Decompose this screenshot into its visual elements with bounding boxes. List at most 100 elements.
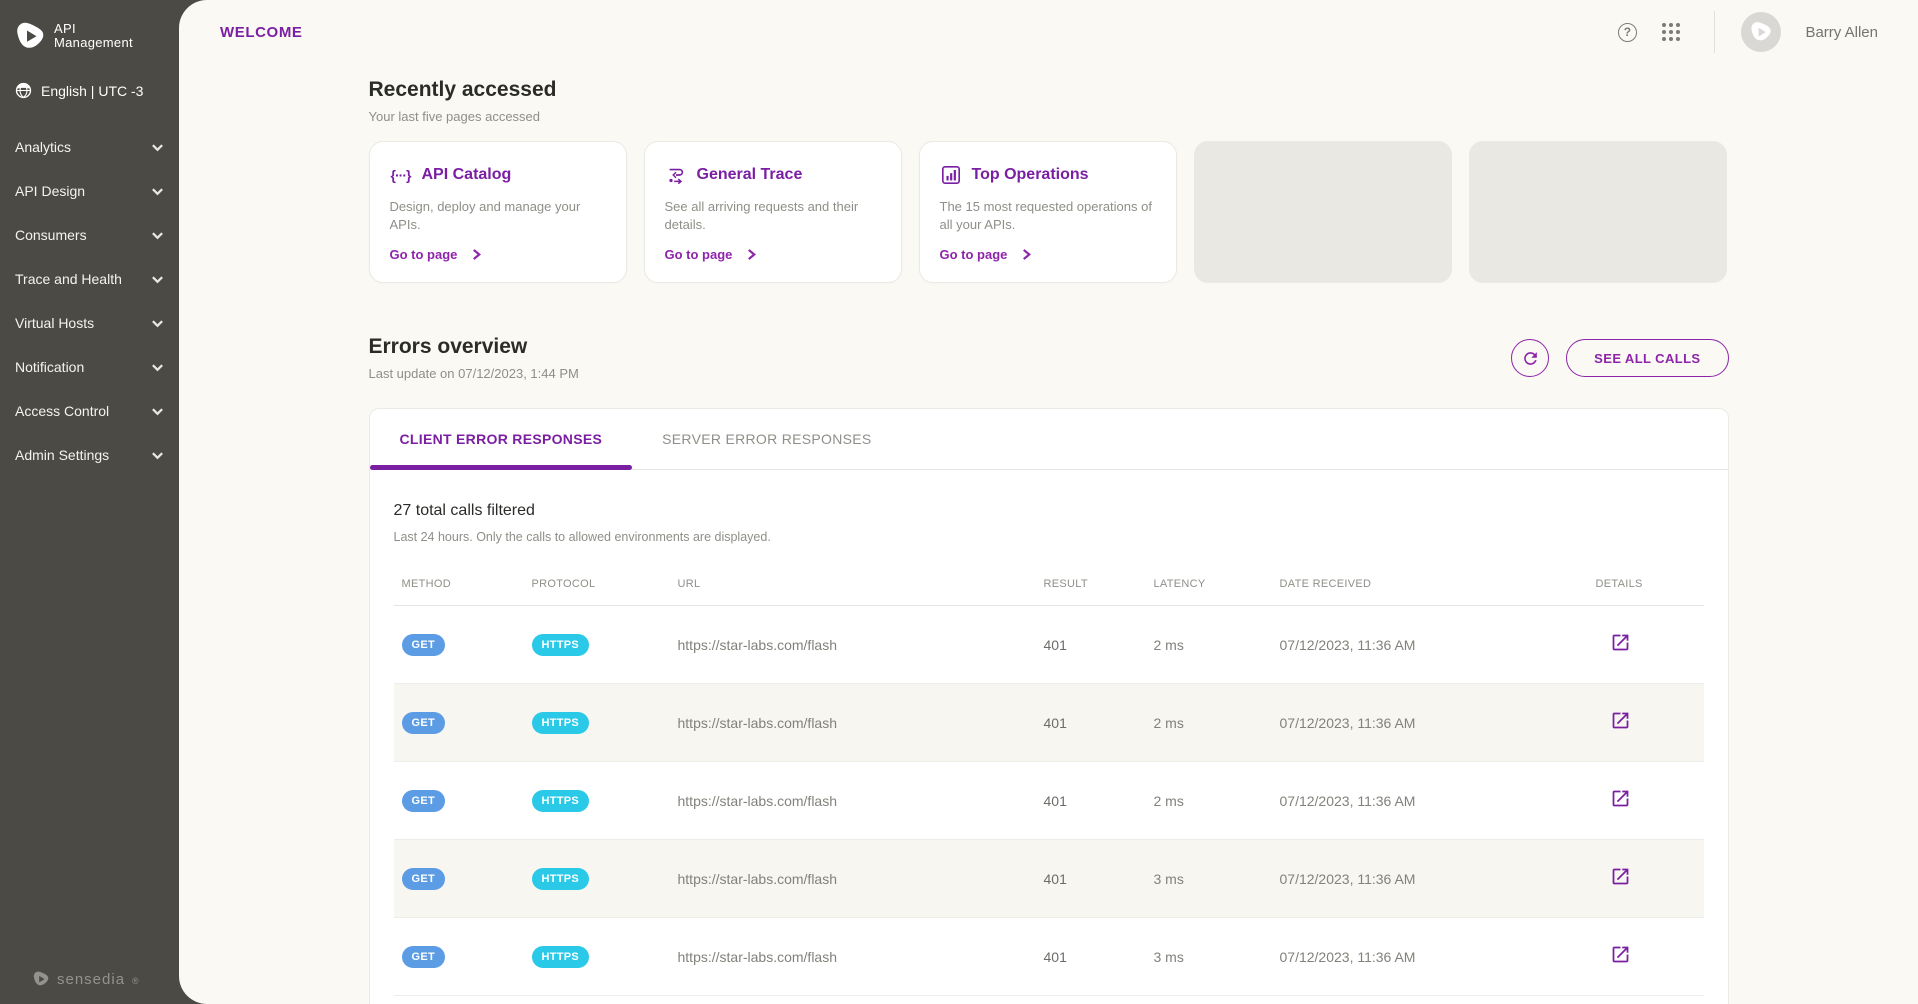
sidebar-item-notification[interactable]: Notification (0, 345, 179, 389)
calls-filtered-count: 27 total calls filtered (394, 502, 1704, 520)
topbar-divider (1714, 11, 1715, 53)
open-details-button[interactable] (1596, 632, 1704, 658)
protocol-badge: HTTPS (532, 634, 590, 656)
topbar: WELCOME ? Barry Allen (179, 0, 1918, 64)
method-badge: GET (402, 634, 446, 656)
col-details: DETAILS (1596, 578, 1704, 590)
col-result: RESULT (1044, 578, 1154, 590)
code-braces-icon: {···} (390, 164, 412, 186)
sidebar-item-virtual-hosts[interactable]: Virtual Hosts (0, 301, 179, 345)
avatar-pick-icon (1749, 20, 1773, 44)
sidebar-item-analytics[interactable]: Analytics (0, 125, 179, 169)
date-received-cell: 07/12/2023, 11:36 AM (1280, 871, 1596, 887)
method-badge: GET (402, 712, 446, 734)
table-row: GET HTTPS https://star-labs.com/flash 40… (394, 684, 1704, 762)
sidebar-item-api-design[interactable]: API Design (0, 169, 179, 213)
page-title: WELCOME (220, 24, 303, 41)
method-badge: GET (402, 868, 446, 890)
recently-accessed-cards: {···} API Catalog Design, deploy and man… (369, 141, 1729, 283)
go-to-page-link[interactable]: Go to page (665, 247, 881, 262)
table-row: GET HTTPS https://star-labs.com/flash 40… (394, 762, 1704, 840)
table-row: GET HTTPS https://star-labs.com/flash 40… (394, 840, 1704, 918)
col-url: URL (678, 578, 1044, 590)
method-badge: GET (402, 946, 446, 968)
card-title: General Trace (697, 166, 803, 184)
chevron-down-icon (151, 317, 164, 330)
error-tabs: CLIENT ERROR RESPONSES SERVER ERROR RESP… (370, 409, 1728, 470)
app-root: API Management English | UTC -3 Analytic… (0, 0, 1918, 1004)
card-description: Design, deploy and manage your APIs. (390, 198, 606, 234)
result-cell: 401 (1044, 793, 1154, 809)
url-cell: https://star-labs.com/flash (678, 871, 1044, 887)
chevron-down-icon (151, 229, 164, 242)
refresh-button[interactable] (1511, 339, 1549, 377)
locale-selector[interactable]: English | UTC -3 (0, 82, 179, 99)
registered-mark: ® (132, 976, 139, 986)
result-cell: 401 (1044, 871, 1154, 887)
sensedia-pick-icon (32, 970, 50, 988)
open-in-new-icon (1610, 632, 1631, 653)
card-title: Top Operations (972, 166, 1089, 184)
sidebar-item-label: Notification (15, 359, 84, 375)
calls-table: METHOD PROTOCOL URL RESULT LATENCY DATE … (394, 562, 1704, 996)
protocol-badge: HTTPS (532, 790, 590, 812)
chevron-down-icon (151, 405, 164, 418)
chevron-down-icon (151, 141, 164, 154)
see-all-calls-button[interactable]: SEE ALL CALLS (1566, 339, 1728, 377)
content: Recently accessed Your last five pages a… (369, 78, 1729, 1004)
sidebar-item-admin-settings[interactable]: Admin Settings (0, 433, 179, 477)
open-in-new-icon (1610, 866, 1631, 887)
method-badge: GET (402, 790, 446, 812)
help-icon: ? (1618, 23, 1637, 42)
globe-icon (15, 82, 32, 99)
date-received-cell: 07/12/2023, 11:36 AM (1280, 637, 1596, 653)
go-to-page-link[interactable]: Go to page (390, 247, 606, 262)
open-details-button[interactable] (1596, 944, 1704, 970)
trace-route-icon (665, 164, 687, 186)
sidebar-item-label: Virtual Hosts (15, 315, 94, 331)
tab-client-error-responses[interactable]: CLIENT ERROR RESPONSES (370, 409, 633, 469)
table-row: GET HTTPS https://star-labs.com/flash 40… (394, 606, 1704, 684)
recently-accessed-subtitle: Your last five pages accessed (369, 109, 1729, 124)
col-protocol: PROTOCOL (532, 578, 678, 590)
col-latency: LATENCY (1154, 578, 1280, 590)
user-name[interactable]: Barry Allen (1805, 24, 1878, 41)
table-row: GET HTTPS https://star-labs.com/flash 40… (394, 918, 1704, 996)
sensedia-wordmark: sensedia (57, 971, 125, 988)
sidebar-item-label: Trace and Health (15, 271, 122, 287)
sidebar-item-label: API Design (15, 183, 85, 199)
brand-pick-icon (14, 20, 46, 52)
card-top-operations[interactable]: Top Operations The 15 most requested ope… (919, 141, 1177, 283)
sidebar-nav: Analytics API Design Consumers Trace and… (0, 125, 179, 477)
chevron-down-icon (151, 449, 164, 462)
latency-cell: 2 ms (1154, 715, 1280, 731)
card-api-catalog[interactable]: {···} API Catalog Design, deploy and man… (369, 141, 627, 283)
avatar[interactable] (1741, 12, 1781, 52)
apps-menu-button[interactable] (1658, 19, 1684, 45)
tab-server-error-responses[interactable]: SERVER ERROR RESPONSES (632, 409, 901, 469)
sidebar-item-trace-and-health[interactable]: Trace and Health (0, 257, 179, 301)
date-received-cell: 07/12/2023, 11:36 AM (1280, 715, 1596, 731)
open-details-button[interactable] (1596, 710, 1704, 736)
go-to-page-link[interactable]: Go to page (940, 247, 1156, 262)
apps-grid-icon (1662, 23, 1680, 41)
sidebar-item-consumers[interactable]: Consumers (0, 213, 179, 257)
result-cell: 401 (1044, 715, 1154, 731)
latency-cell: 3 ms (1154, 871, 1280, 887)
sidebar-item-label: Analytics (15, 139, 71, 155)
topbar-actions: ? Barry Allen (1614, 11, 1878, 53)
open-details-button[interactable] (1596, 866, 1704, 892)
bar-chart-icon (940, 164, 962, 186)
latency-cell: 2 ms (1154, 793, 1280, 809)
card-placeholder (1194, 141, 1452, 283)
col-method: METHOD (402, 578, 532, 590)
open-details-button[interactable] (1596, 788, 1704, 814)
calls-summary: 27 total calls filtered Last 24 hours. O… (370, 470, 1728, 544)
errors-overview-title: Errors overview (369, 335, 579, 359)
card-general-trace[interactable]: General Trace See all arriving requests … (644, 141, 902, 283)
sidebar-item-access-control[interactable]: Access Control (0, 389, 179, 433)
card-placeholder (1469, 141, 1727, 283)
chevron-right-icon (471, 249, 482, 260)
calls-filtered-note: Last 24 hours. Only the calls to allowed… (394, 530, 1704, 544)
help-button[interactable]: ? (1614, 19, 1640, 45)
